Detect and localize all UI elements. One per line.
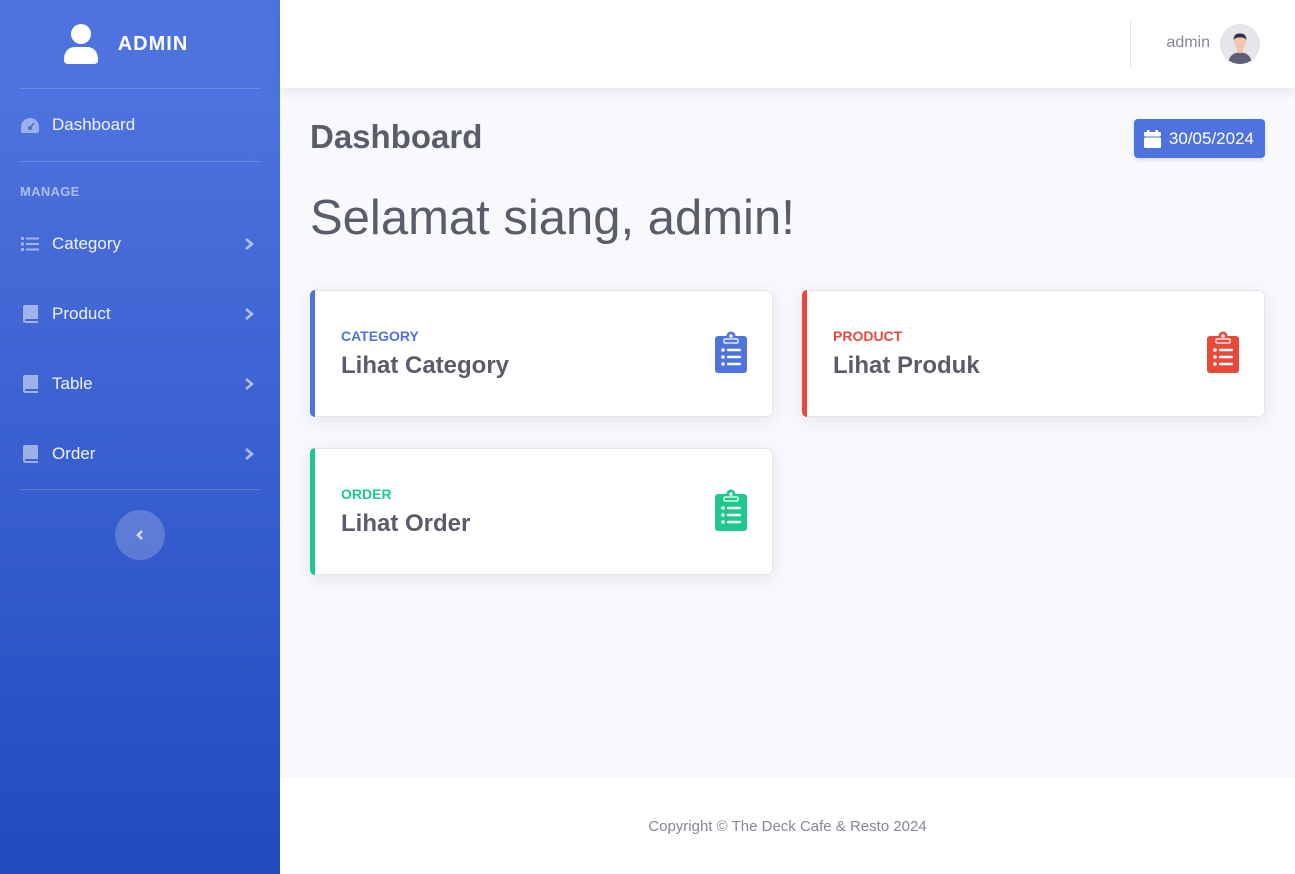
copyright-text: Copyright © The Deck Cafe & Resto 2024 xyxy=(648,817,927,835)
chevron-left-icon xyxy=(136,530,143,540)
chevron-right-icon xyxy=(245,378,254,390)
card-order[interactable]: ORDER Lihat Order xyxy=(310,448,773,575)
card-title: Lihat Order xyxy=(341,510,471,537)
clipboard-list-icon xyxy=(715,331,747,373)
sidebar-toggle-button[interactable] xyxy=(115,510,165,560)
sidebar-item-label: Dashboard xyxy=(52,115,136,134)
sidebar-item-label: Product xyxy=(52,304,111,323)
topbar: admin xyxy=(280,0,1295,88)
sidebar-item-dashboard[interactable]: Dashboard xyxy=(0,89,280,161)
sidebar-heading: MANAGE xyxy=(20,184,80,199)
sidebar-item-label: Category xyxy=(52,234,121,253)
sidebar-item-table[interactable]: Table xyxy=(0,349,280,419)
card-accent-bar xyxy=(310,290,315,417)
avatar[interactable] xyxy=(1220,24,1260,64)
user-avatar-icon xyxy=(1220,24,1260,64)
chevron-right-icon xyxy=(245,448,254,460)
topbar-divider xyxy=(1130,20,1131,68)
tachometer-icon xyxy=(20,116,40,134)
card-kicker: CATEGORY xyxy=(341,328,419,344)
list-icon xyxy=(20,235,40,253)
card-kicker: PRODUCT xyxy=(833,328,903,344)
user-icon xyxy=(63,24,98,64)
sidebar-brand[interactable]: ADMIN xyxy=(0,0,280,88)
sidebar-toggle-wrap xyxy=(0,490,280,560)
book-icon xyxy=(20,445,40,463)
user-name[interactable]: admin xyxy=(1166,34,1210,52)
page-title: Dashboard xyxy=(310,118,483,155)
sidebar-item-category[interactable]: Category xyxy=(0,209,280,279)
card-accent-bar xyxy=(310,448,315,575)
clipboard-list-icon xyxy=(1207,331,1239,373)
card-kicker: ORDER xyxy=(341,486,392,502)
sidebar-item-label: Table xyxy=(52,374,93,393)
book-icon xyxy=(20,305,40,323)
date-badge[interactable]: 30/05/2024 xyxy=(1133,119,1265,158)
footer: Copyright © The Deck Cafe & Resto 2024 xyxy=(280,778,1295,874)
greeting: Selamat siang, admin! xyxy=(310,191,795,245)
card-title: Lihat Produk xyxy=(833,352,980,379)
card-accent-bar xyxy=(802,290,807,417)
brand-title: ADMIN xyxy=(117,32,189,55)
date-text: 30/05/2024 xyxy=(1168,128,1254,148)
chevron-right-icon xyxy=(245,308,254,320)
clipboard-list-icon xyxy=(715,489,747,531)
calendar-icon xyxy=(1143,129,1161,148)
sidebar-item-product[interactable]: Product xyxy=(0,279,280,349)
card-product[interactable]: PRODUCT Lihat Produk xyxy=(802,290,1265,417)
card-category[interactable]: CATEGORY Lihat Category xyxy=(310,290,773,417)
sidebar-item-order[interactable]: Order xyxy=(0,419,280,489)
sidebar: ADMIN Dashboard MANAGE Category Product … xyxy=(0,0,280,874)
card-title: Lihat Category xyxy=(341,352,510,379)
book-icon xyxy=(20,375,40,393)
chevron-right-icon xyxy=(245,238,254,250)
sidebar-item-label: Order xyxy=(52,444,96,463)
